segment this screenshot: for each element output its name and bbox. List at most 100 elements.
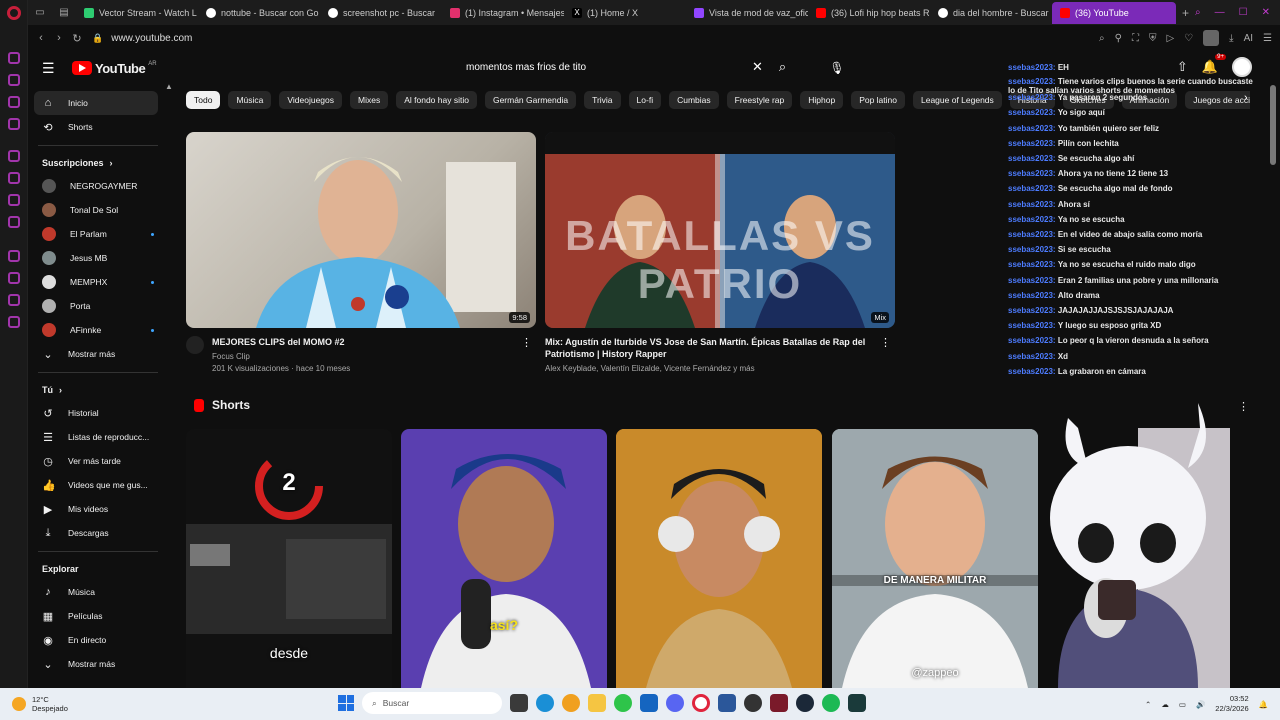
windows-start-icon[interactable]	[338, 695, 354, 711]
browser-tab[interactable]: Vector Stream - Watch L	[76, 2, 198, 24]
browser-tab[interactable]: Vista de mod de vaz_ofic	[686, 2, 808, 24]
sidebar-app-icon[interactable]	[8, 96, 20, 108]
nav-item-playlists[interactable]: ☰ Listas de reproducc...	[28, 425, 168, 449]
zoom-icon[interactable]: ⌕	[1099, 33, 1105, 44]
chip[interactable]: Música	[228, 91, 272, 109]
you-header[interactable]: Tú ›	[28, 379, 168, 401]
more-options-icon[interactable]: ⋮	[880, 336, 891, 349]
sidebar-app-icon[interactable]	[8, 74, 20, 86]
heart-icon[interactable]: ♡	[1184, 33, 1193, 44]
search-input[interactable]	[458, 61, 748, 73]
steam-icon[interactable]	[796, 694, 814, 712]
new-tab-button[interactable]: +	[1176, 6, 1195, 20]
volume-icon[interactable]: 🔊	[1196, 700, 1205, 709]
nav-item-my-videos[interactable]: ▶ Mis videos	[28, 497, 168, 521]
profile-avatar-icon[interactable]	[1203, 30, 1220, 46]
chip[interactable]: Cumbias	[669, 91, 719, 109]
video-card[interactable]: 9:58 MEJORES CLIPS del MOMO #2 Focus Cli…	[186, 132, 536, 375]
browser-tab[interactable]: (36) Lofi hip hop beats R	[808, 2, 930, 24]
chip[interactable]: Germán Garmendia	[484, 91, 577, 109]
store-icon[interactable]	[640, 694, 658, 712]
nav-item-watch-later[interactable]: ◷ Ver más tarde	[28, 449, 168, 473]
terminal-icon[interactable]	[848, 694, 866, 712]
edge-icon[interactable]	[536, 694, 554, 712]
sidebar-app-icon[interactable]	[8, 52, 20, 64]
chip[interactable]: Pop latino	[851, 91, 905, 109]
browser-tab[interactable]: X (1) Home / X	[564, 2, 686, 24]
file-explorer-icon[interactable]	[588, 694, 606, 712]
sidebar-app-icon[interactable]	[8, 118, 20, 130]
obs-icon[interactable]	[744, 694, 762, 712]
short-card[interactable]: 2 desde	[186, 429, 392, 688]
whatsapp-icon[interactable]	[614, 694, 632, 712]
search-tabs-icon[interactable]: ⌕	[1195, 7, 1201, 18]
sidebar-app-icon[interactable]	[8, 294, 20, 306]
nav-item-downloads[interactable]: ⤓ Descargas	[28, 521, 168, 545]
sidebar-app-icon[interactable]	[8, 272, 20, 284]
sidebar-app-icon[interactable]	[8, 194, 20, 206]
opera-logo-icon[interactable]	[7, 6, 21, 20]
video-title[interactable]: MEJORES CLIPS del MOMO #2	[212, 336, 350, 348]
short-card[interactable]: DE MANERA MILITAR @zappeo	[832, 429, 1038, 688]
show-more-subscriptions[interactable]: ⌄ Mostrar más	[28, 342, 168, 366]
browser-tab[interactable]: (1) Instagram • Mensajes	[442, 2, 564, 24]
spotify-icon[interactable]	[822, 694, 840, 712]
more-options-icon[interactable]: ⋮	[1238, 400, 1249, 413]
search-icon[interactable]: ⌕	[779, 59, 786, 75]
chrome-icon[interactable]	[562, 694, 580, 712]
nav-item-shorts[interactable]: ⟲ Shorts	[28, 115, 168, 139]
browser-tab[interactable]: dia del hombre - Buscar	[930, 2, 1052, 24]
subscription-item[interactable]: MEMPHX	[28, 270, 168, 294]
forward-icon[interactable]: ›	[50, 32, 68, 44]
nav-item-home[interactable]: ⌂ Inicio	[34, 91, 158, 115]
nav-item-movies[interactable]: ▦ Películas	[28, 604, 168, 628]
chip[interactable]: Lo-fi	[628, 91, 662, 109]
short-card[interactable]	[616, 429, 822, 688]
nav-item-live[interactable]: ◉ En directo	[28, 628, 168, 652]
subscriptions-header[interactable]: Suscripciones ›	[28, 152, 168, 174]
player-icon[interactable]: ▷	[1166, 33, 1174, 44]
browser-tab[interactable]: nottube - Buscar con Go	[198, 2, 320, 24]
chip[interactable]: League of Legends	[913, 91, 1002, 109]
chip[interactable]: Freestyle rap	[726, 91, 793, 109]
maximize-icon[interactable]: ☐	[1239, 7, 1248, 18]
channel-avatar[interactable]	[186, 336, 204, 354]
chip[interactable]: Todo	[186, 91, 221, 109]
chip[interactable]: Videojuegos	[279, 91, 343, 109]
more-options-icon[interactable]: ⋮	[521, 336, 532, 349]
taskbar-search[interactable]: ⌕ Buscar	[362, 692, 502, 714]
lock-icon[interactable]: 🔒	[92, 33, 103, 44]
network-icon[interactable]: ▭	[1179, 700, 1186, 709]
tab-menu-icon[interactable]: ▭	[28, 7, 52, 18]
menu-icon[interactable]: ☰	[1263, 33, 1272, 44]
chip[interactable]: Al fondo hay sitio	[396, 91, 477, 109]
ai-icon[interactable]: AI	[1244, 33, 1253, 44]
chip[interactable]: Mixes	[350, 91, 389, 109]
chip[interactable]: Trivia	[584, 91, 621, 109]
subscription-item[interactable]: Jesus MB	[28, 246, 168, 270]
shield-icon[interactable]: ⛨	[1149, 33, 1157, 44]
short-card[interactable]: así?	[401, 429, 607, 688]
sidebar-app-icon[interactable]	[8, 250, 20, 262]
tray-chevron-icon[interactable]: ⌃	[1145, 700, 1151, 709]
clear-search-icon[interactable]: ✕	[752, 59, 763, 75]
subscription-item[interactable]: El Parlam	[28, 222, 168, 246]
opera-icon[interactable]	[692, 694, 710, 712]
url-field[interactable]: www.youtube.com	[111, 33, 192, 44]
weather-widget[interactable]: 12°C Despejado	[0, 695, 140, 713]
video-thumbnail[interactable]: 9:58	[186, 132, 536, 328]
download-icon[interactable]: ⤓	[1229, 33, 1233, 44]
sidebar-app-icon[interactable]	[8, 316, 20, 328]
cloud-icon[interactable]: ☁	[1161, 700, 1169, 709]
workspaces-icon[interactable]: ▤	[52, 7, 76, 18]
subscription-item[interactable]: NEGROGAYMER	[28, 174, 168, 198]
notifications-icon[interactable]: 🔔	[1259, 700, 1268, 709]
pin-icon[interactable]: ⚲	[1115, 33, 1122, 44]
clock[interactable]: 03:52 22/3/2026	[1215, 694, 1248, 714]
nav-scroll-up-icon[interactable]: ▲	[165, 82, 173, 91]
discord-icon[interactable]	[666, 694, 684, 712]
channel-name[interactable]: Alex Keyblade, Valentín Elizalde, Vicent…	[545, 363, 875, 375]
show-more-explore[interactable]: ⌄ Mostrar más	[28, 652, 168, 676]
nav-item-liked[interactable]: 👍 Videos que me gus...	[28, 473, 168, 497]
subscription-item[interactable]: Porta	[28, 294, 168, 318]
